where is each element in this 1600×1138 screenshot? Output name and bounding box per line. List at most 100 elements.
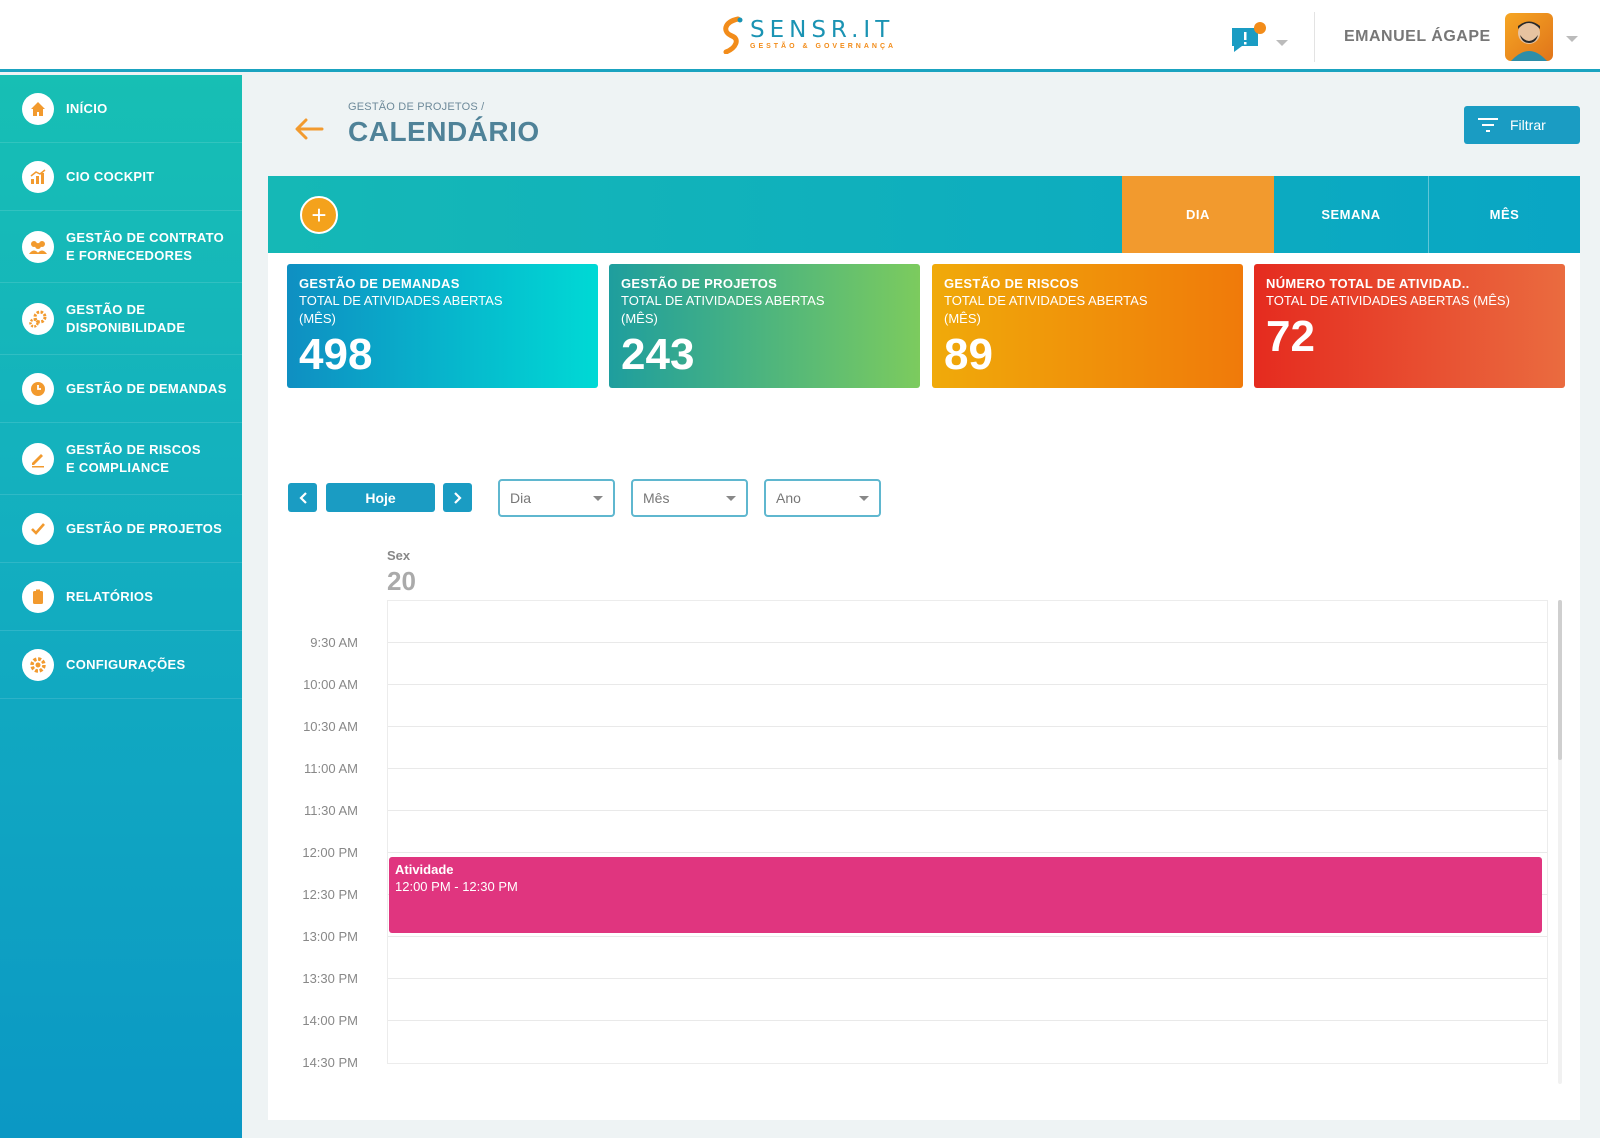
calendar-event[interactable]: Atividade 12:00 PM - 12:30 PM [389,857,1542,933]
sidebar-item-contratos[interactable]: GESTÃO DE CONTRATO E FORNECEDORES [0,211,242,283]
time-label: 10:30 AM [303,719,358,734]
notification-badge [1254,22,1266,34]
time-label: 12:30 PM [302,887,358,902]
time-label: 13:00 PM [302,929,358,944]
people-icon [22,230,54,263]
grid-line [388,978,1547,979]
time-grid[interactable] [387,600,1548,1064]
stat-card-projetos[interactable]: GESTÃO DE PROJETOS TOTAL DE ATIVIDADES A… [609,264,920,388]
time-label: 14:30 PM [302,1055,358,1070]
tab-semana[interactable]: SEMANA [1275,176,1427,253]
back-arrow-icon[interactable] [293,116,325,142]
today-button[interactable]: Hoje [326,483,435,512]
logo-icon [723,16,743,54]
grid-line [388,684,1547,685]
next-button[interactable] [443,483,472,512]
year-select[interactable]: Ano [764,479,881,517]
grid-line [388,810,1547,811]
sidebar-item-label: GESTÃO DE PROJETOS [66,520,223,536]
time-label: 9:30 AM [310,635,358,650]
event-time: 12:00 PM - 12:30 PM [395,879,518,894]
time-label: 11:30 AM [304,803,358,818]
day-number: 20 [387,566,416,596]
event-title: Atividade [395,862,454,877]
day-name: Sex [387,548,411,563]
chevron-down-icon[interactable] [1276,40,1288,46]
stat-title: GESTÃO DE DEMANDAS [299,276,460,291]
grid-line [388,642,1547,643]
stat-card-total[interactable]: NÚMERO TOTAL DE ATIVIDAD.. TOTAL DE ATIV… [1254,264,1565,388]
clipboard-icon [22,580,54,613]
stat-subtitle: TOTAL DE ATIVIDADES ABERTAS (MÊS) [944,293,1148,326]
day-select[interactable]: Dia [498,479,615,517]
grid-line [388,936,1547,937]
chevron-left-icon [298,491,307,504]
sidebar-item-label: INÍCIO [66,100,108,116]
time-label: 11:00 AM [304,761,358,776]
check-icon [22,512,54,545]
header-divider [1314,12,1315,62]
sidebar-item-label: RELATÓRIOS [66,588,154,604]
stat-title: GESTÃO DE PROJETOS [621,276,778,291]
stat-card-riscos[interactable]: GESTÃO DE RISCOS TOTAL DE ATIVIDADES ABE… [932,264,1243,388]
caret-down-icon [859,496,869,501]
year-select-value: Ano [776,490,801,506]
stat-title: GESTÃO DE RISCOS [944,276,1079,291]
avatar[interactable] [1505,13,1553,61]
grid-line [388,726,1547,727]
month-select[interactable]: Mês [631,479,748,517]
clock-icon [22,372,54,405]
brand-logo[interactable]: SENSR.IT GESTÃO & GOVERNANÇA [718,16,896,54]
stat-value: 89 [944,330,993,379]
stat-value: 498 [299,330,373,379]
day-select-value: Dia [510,490,532,506]
sidebar-item-label: GESTÃO DE CONTRATO E FORNECEDORES [66,229,225,263]
time-label: 14:00 PM [302,1013,358,1028]
time-label: 10:00 AM [303,677,358,692]
stat-value: 243 [621,330,695,379]
scrollbar-thumb[interactable] [1558,600,1562,760]
sidebar-item-cio-cockpit[interactable]: CIO COCKPIT [0,143,242,211]
sidebar: INÍCIO CIO COCKPIT GESTÃO DE CONTRATO E … [0,75,242,1138]
caret-down-icon [726,496,736,501]
sidebar-item-inicio[interactable]: INÍCIO [0,75,242,143]
grid-line [388,1020,1547,1021]
sidebar-item-projetos[interactable]: GESTÃO DE PROJETOS [0,495,242,563]
add-activity-button[interactable]: + [300,196,338,234]
brand-title: SENSR.IT [750,17,895,43]
sidebar-item-relatorios[interactable]: RELATÓRIOS [0,563,242,631]
stat-title: NÚMERO TOTAL DE ATIVIDAD.. [1266,276,1470,291]
pencil-icon [22,442,54,475]
stat-card-demandas[interactable]: GESTÃO DE DEMANDAS TOTAL DE ATIVIDADES A… [287,264,598,388]
user-menu-chevron-icon[interactable] [1566,36,1578,42]
sidebar-item-label: CONFIGURAÇÕES [66,656,186,672]
sidebar-item-riscos[interactable]: GESTÃO DE RISCOS E COMPLIANCE [0,423,242,495]
sidebar-item-disponibilidade[interactable]: GESTÃO DE DISPONIBILIDADE [0,283,242,355]
user-name[interactable]: EMANUEL ÁGAPE [1344,28,1491,46]
tab-mes[interactable]: MÊS [1428,176,1580,253]
home-icon [22,92,54,125]
gear-icon [22,648,54,681]
time-label: 13:30 PM [302,971,358,986]
grid-line [388,852,1547,853]
prev-button[interactable] [288,483,317,512]
tab-dia[interactable]: DIA [1122,176,1274,253]
sidebar-item-configuracoes[interactable]: CONFIGURAÇÕES [0,631,242,699]
grid-line [388,768,1547,769]
chart-icon [22,160,54,193]
sidebar-item-demandas[interactable]: GESTÃO DE DEMANDAS [0,355,242,423]
sidebar-item-label: GESTÃO DE DISPONIBILIDADE [66,301,186,335]
filter-button[interactable]: Filtrar [1464,106,1580,144]
breadcrumb[interactable]: GESTÃO DE PROJETOS / [348,101,484,113]
sidebar-item-label: CIO COCKPIT [66,168,155,184]
filter-icon [1478,118,1498,132]
caret-down-icon [593,496,603,501]
stat-subtitle: TOTAL DE ATIVIDADES ABERTAS (MÊS) [621,293,825,326]
month-select-value: Mês [643,490,670,506]
gears-icon [22,302,54,335]
stat-subtitle: TOTAL DE ATIVIDADES ABERTAS (MÊS) [299,293,503,326]
top-bar: SENSR.IT GESTÃO & GOVERNANÇA EMANUEL ÁGA… [0,0,1600,72]
page-title: CALENDÁRIO [348,116,540,147]
sidebar-item-label: GESTÃO DE RISCOS E COMPLIANCE [66,441,201,475]
brand-subtitle: GESTÃO & GOVERNANÇA [750,43,897,50]
